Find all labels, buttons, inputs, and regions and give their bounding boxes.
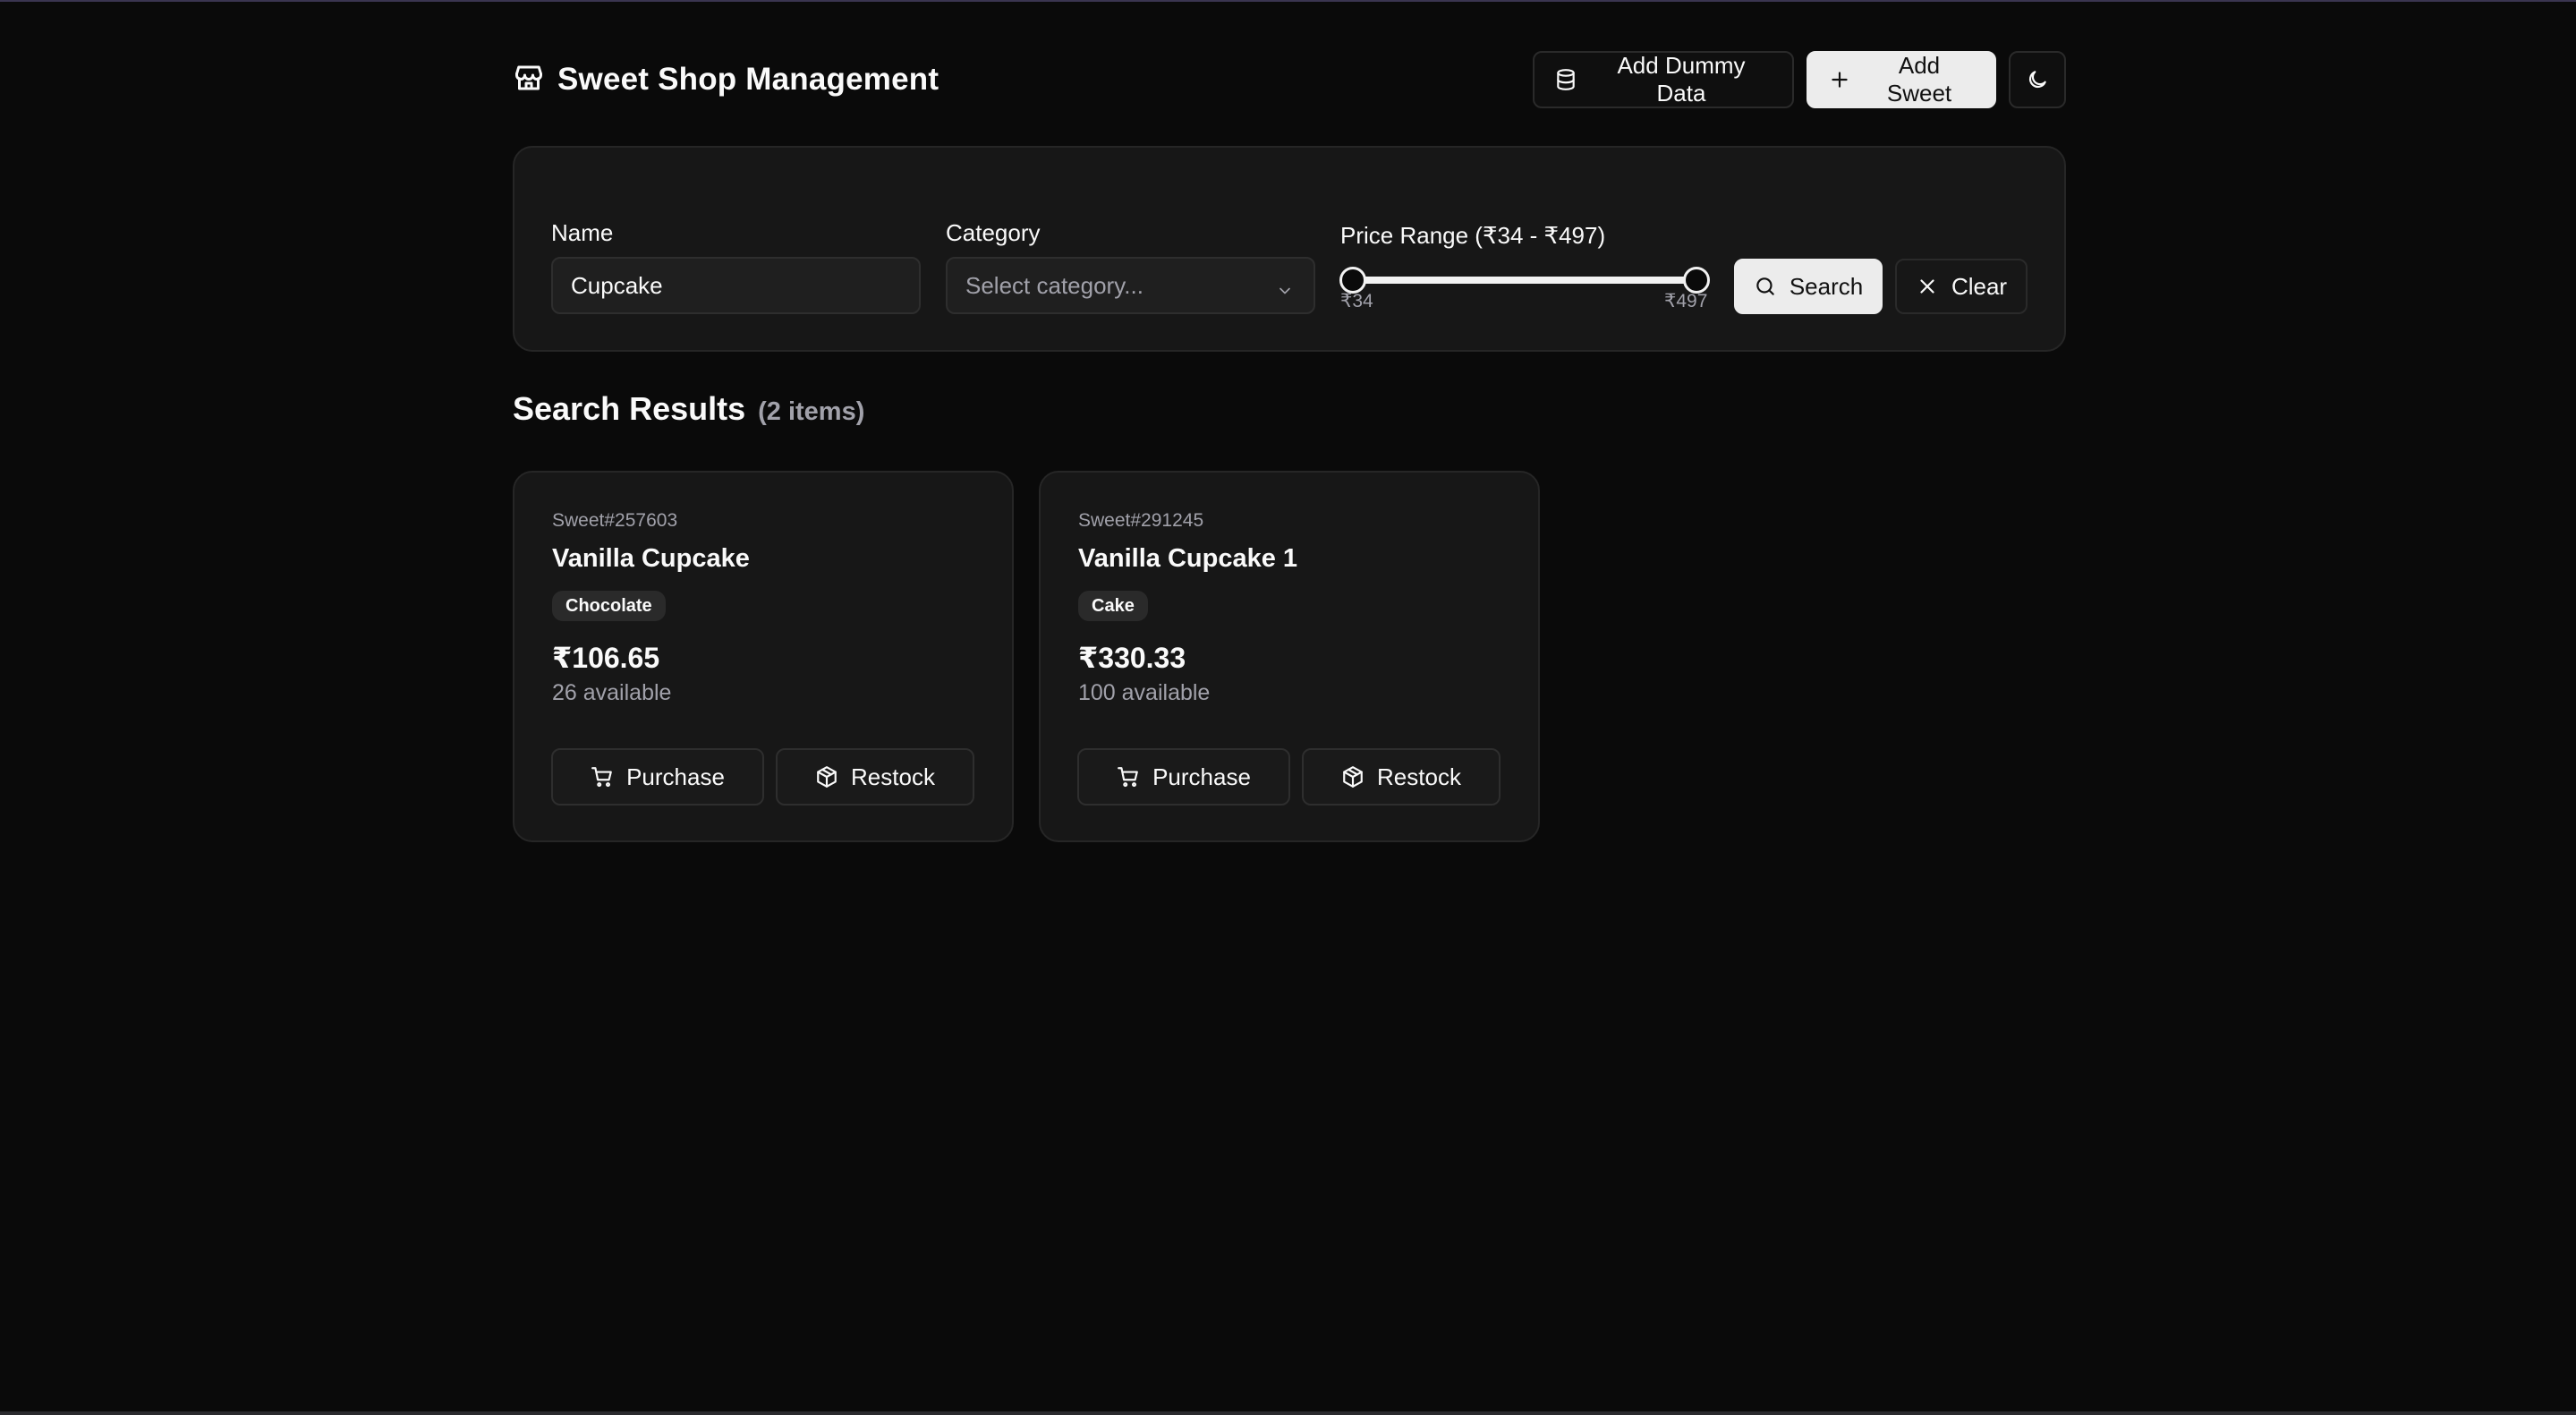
store-icon [513,62,545,98]
package-icon [815,765,838,788]
sweet-id: Sweet#291245 [1078,510,1204,531]
category-label: Category [946,219,1041,246]
price-range-label: Price Range (₹34 - ₹497) [1340,222,1606,249]
price-max-value: ₹497 [1664,291,1708,311]
name-label: Name [551,219,614,246]
database-icon [1554,68,1577,91]
sweet-id: Sweet#257603 [552,510,678,531]
price-range-track[interactable] [1353,277,1696,284]
close-icon [1916,275,1939,298]
results-heading: Search Results (2 items) [513,390,864,435]
moon-icon [2026,68,2049,91]
name-input-value: Cupcake [571,271,663,299]
search-button[interactable]: Search [1734,259,1883,314]
brand: Sweet Shop Management [513,50,939,109]
header-actions: Add Dummy Data Add Sweet [1533,50,2066,109]
sweet-price: ₹106.65 [552,642,660,674]
sweet-stock: 26 available [552,680,672,705]
theme-toggle-button[interactable] [2009,51,2066,108]
purchase-button[interactable]: Purchase [1077,748,1290,806]
category-select[interactable]: Select category... [946,257,1315,314]
sweet-card: Sweet#291245 Vanilla Cupcake 1 Cake ₹330… [1039,471,1540,842]
sweet-name: Vanilla Cupcake 1 [1078,544,1298,573]
results-title: Search Results [513,390,746,427]
purchase-button[interactable]: Purchase [551,748,764,806]
add-sweet-label: Add Sweet [1886,52,1952,107]
add-dummy-data-label: Add Dummy Data [1617,52,1746,107]
category-badge: Cake [1078,591,1148,621]
restock-button[interactable]: Restock [776,748,974,806]
sweet-price: ₹330.33 [1078,642,1186,674]
category-select-placeholder: Select category... [965,271,1143,299]
window-top-border [0,0,2576,2]
clear-button[interactable]: Clear [1895,259,2028,314]
add-dummy-data-button[interactable]: Add Dummy Data [1533,51,1794,108]
search-icon [1754,275,1777,298]
chevron-down-icon [1276,278,1294,296]
restock-label: Restock [1377,763,1461,790]
search-filter-panel: Name Cupcake Category Select category...… [513,146,2066,352]
sweet-name: Vanilla Cupcake [552,544,750,573]
restock-button[interactable]: Restock [1302,748,1501,806]
purchase-label: Purchase [626,763,725,790]
search-button-label: Search [1789,272,1864,300]
sweet-card: Sweet#257603 Vanilla Cupcake Chocolate ₹… [513,471,1014,842]
clear-button-label: Clear [1951,272,2008,300]
cart-icon [1117,765,1140,788]
page-title: Sweet Shop Management [557,62,939,97]
restock-label: Restock [851,763,935,790]
app-header: Sweet Shop Management Add Dummy Data Add… [513,50,2066,109]
cart-icon [591,765,614,788]
window-bottom-border [0,1411,2576,1415]
category-badge: Chocolate [552,591,666,621]
plus-icon [1828,68,1851,91]
package-icon [1341,765,1365,788]
name-input[interactable]: Cupcake [551,257,921,314]
price-min-value: ₹34 [1340,291,1373,311]
sweet-stock: 100 available [1078,680,1211,705]
results-count: (2 items) [758,397,865,426]
purchase-label: Purchase [1152,763,1251,790]
add-sweet-button[interactable]: Add Sweet [1807,51,1996,108]
